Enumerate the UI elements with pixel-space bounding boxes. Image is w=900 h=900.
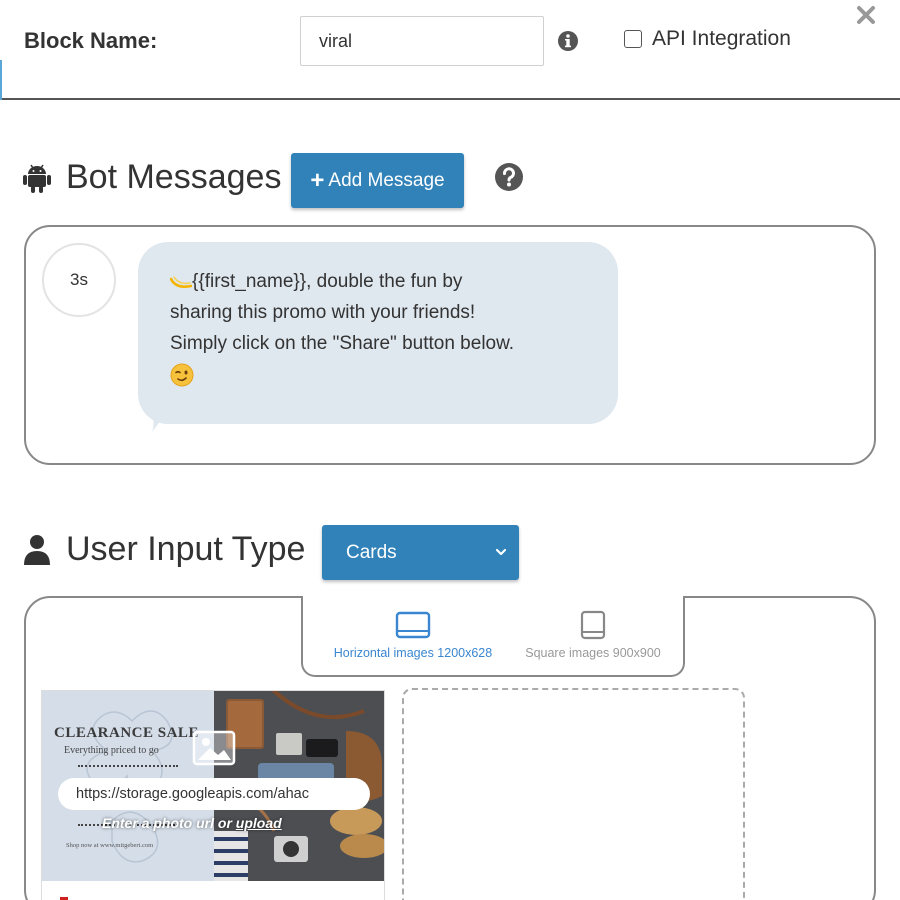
- message-line-3: Simply click on the "Share" button below…: [170, 333, 515, 354]
- square-images-option[interactable]: Square images 900x900: [513, 596, 673, 660]
- bot-messages-title: Bot Messages: [22, 158, 281, 197]
- android-icon: [23, 164, 51, 193]
- image-format-toggle: Horizontal images 1200x628 Square images…: [301, 596, 685, 677]
- message-bubble[interactable]: {{first_name}}, double the fun by sharin…: [138, 242, 618, 424]
- promo-footer: Shop now at www.mitgebert.com: [66, 842, 154, 849]
- upload-hint-text: Enter a photo url or: [102, 815, 236, 831]
- block-header: Block Name: API Integration: [0, 0, 900, 100]
- api-integration-checkbox[interactable]: [624, 30, 642, 48]
- add-message-label: Add Message: [328, 169, 445, 191]
- block-name-input[interactable]: [300, 16, 544, 66]
- card-image[interactable]: CLEARANCE SALE Everything priced to go S…: [42, 691, 384, 881]
- user-input-title: User Input Type: [22, 530, 305, 569]
- wave-emoji-icon: [170, 276, 192, 288]
- promo-divider: [78, 765, 178, 767]
- api-integration-label: API Integration: [652, 27, 791, 50]
- question-circle-icon[interactable]: [494, 162, 524, 192]
- card-item[interactable]: CLEARANCE SALE Everything priced to go S…: [41, 690, 385, 900]
- message-delay[interactable]: 3s: [42, 243, 116, 317]
- upload-hint: Enter a photo url or upload: [102, 815, 362, 831]
- bot-messages-title-text: Bot Messages: [66, 158, 282, 196]
- message-line-1: {{first_name}}, double the fun by: [192, 271, 463, 292]
- image-upload-icon[interactable]: [192, 730, 236, 766]
- bubble-tail: [150, 410, 170, 432]
- user-icon: [24, 534, 50, 565]
- api-integration-toggle[interactable]: API Integration: [624, 27, 791, 51]
- promo-subtitle: Everything priced to go: [64, 745, 159, 756]
- plus-icon: +: [310, 166, 325, 194]
- user-input-title-text: User Input Type: [66, 530, 306, 568]
- message-line-2: sharing this promo with your friends!: [170, 302, 476, 323]
- photo-url-input[interactable]: [58, 778, 370, 810]
- horizontal-images-option[interactable]: Horizontal images 1200x628: [321, 596, 505, 660]
- chevron-down-icon: [495, 548, 507, 556]
- input-type-select[interactable]: Cards: [322, 525, 519, 580]
- input-type-selected: Cards: [346, 541, 397, 563]
- square-tablet-icon: [580, 610, 606, 640]
- horizontal-images-label: Horizontal images 1200x628: [333, 646, 493, 660]
- promo-title: CLEARANCE SALE: [54, 725, 199, 741]
- info-icon[interactable]: [557, 30, 579, 52]
- header-accent-bar: [0, 60, 2, 100]
- add-message-button[interactable]: + Add Message: [291, 153, 464, 208]
- horizontal-tablet-icon: [395, 611, 431, 639]
- upload-link[interactable]: upload: [236, 815, 282, 831]
- add-card-placeholder[interactable]: [402, 688, 745, 900]
- square-images-label: Square images 900x900: [525, 646, 661, 660]
- wink-emoji-icon: [170, 363, 194, 387]
- close-icon[interactable]: [855, 4, 877, 26]
- block-name-label: Block Name:: [24, 28, 158, 53]
